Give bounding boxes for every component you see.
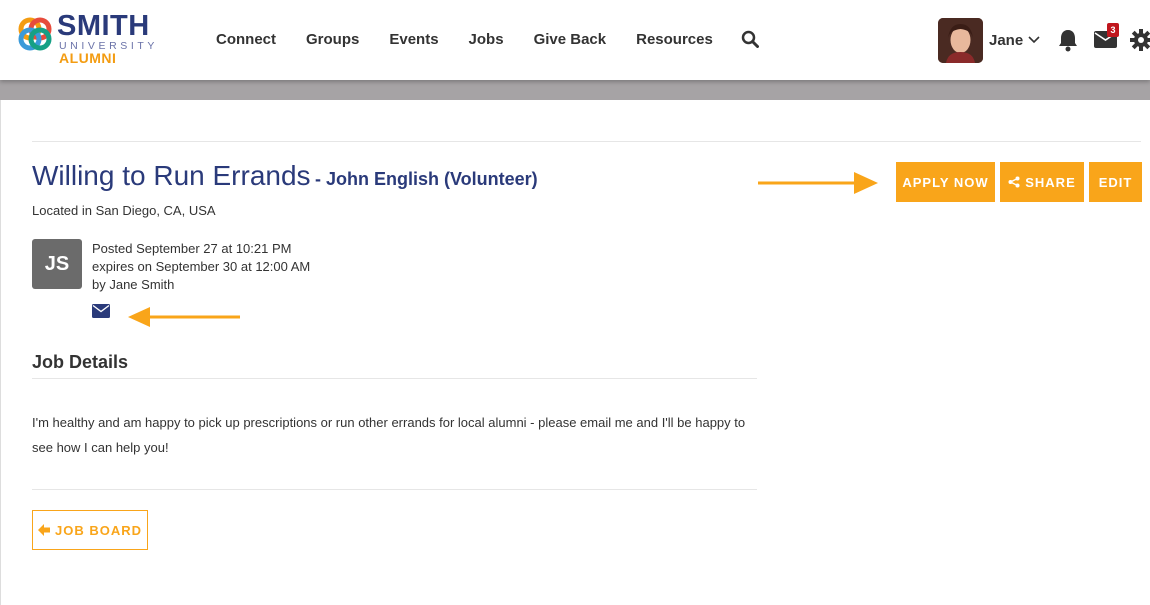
divider [32,489,757,490]
nav-groups[interactable]: Groups [291,28,374,52]
bell-icon[interactable] [1057,28,1079,52]
posting-meta: Posted September 27 at 10:21 PM expires … [92,240,310,294]
logo-mark-icon [18,17,52,51]
nav-events[interactable]: Events [374,28,453,52]
header-band [0,80,1150,100]
chevron-down-icon[interactable] [1027,33,1041,47]
posted-by: by Jane Smith [92,277,175,292]
nav-connect[interactable]: Connect [201,28,291,52]
user-menu[interactable]: Jane [938,17,1041,63]
share-button[interactable]: SHARE [1000,162,1084,202]
email-poster-icon[interactable] [92,304,110,318]
divider [32,378,757,379]
poster-avatar: JS [32,239,82,289]
job-detail-page: Willing to Run Errands - John English (V… [0,100,1150,605]
edit-button[interactable]: EDIT [1089,162,1142,202]
job-title-poster: - John English (Volunteer) [315,169,538,189]
job-details-heading: Job Details [32,352,129,372]
job-board-button[interactable]: JOB BOARD [32,510,148,550]
share-label: SHARE [1025,174,1076,190]
user-name[interactable]: Jane [989,32,1023,49]
job-title-main: Willing to Run Errands [32,160,311,191]
job-description: I'm healthy and am happy to pick up pres… [32,415,746,455]
expires-date: expires on September 30 at 12:00 AM [92,259,311,274]
messages-count-badge: 3 [1107,23,1119,37]
job-location: Located in San Diego, CA, USA [32,203,216,218]
main-nav: Connect Groups Events Jobs Give Back Res… [201,28,728,52]
arrow-right-icon [758,172,878,194]
nav-resources[interactable]: Resources [621,28,728,52]
arrow-left-icon [37,524,50,536]
apply-now-button[interactable]: APPLY NOW [896,162,995,202]
divider [32,141,1141,142]
user-photo-icon [938,17,983,63]
top-navigation-bar: SMITH UNIVERSITY ALUMNI Connect Groups E… [0,0,1150,80]
share-icon [1008,176,1020,188]
user-avatar[interactable] [938,17,983,63]
job-title: Willing to Run Errands - John English (V… [32,160,538,192]
nav-jobs[interactable]: Jobs [454,28,519,52]
search-icon[interactable] [741,30,759,48]
nav-give-back[interactable]: Give Back [519,28,622,52]
logo-alumni-text: ALUMNI [59,50,117,66]
job-board-label: JOB BOARD [54,522,142,538]
gear-icon[interactable] [1130,29,1150,51]
logo-wordmark: SMITH [57,10,150,42]
posted-date: Posted September 27 at 10:21 PM [92,241,292,256]
smith-alumni-logo[interactable]: SMITH UNIVERSITY ALUMNI [15,10,165,70]
arrow-left-icon [128,307,240,327]
